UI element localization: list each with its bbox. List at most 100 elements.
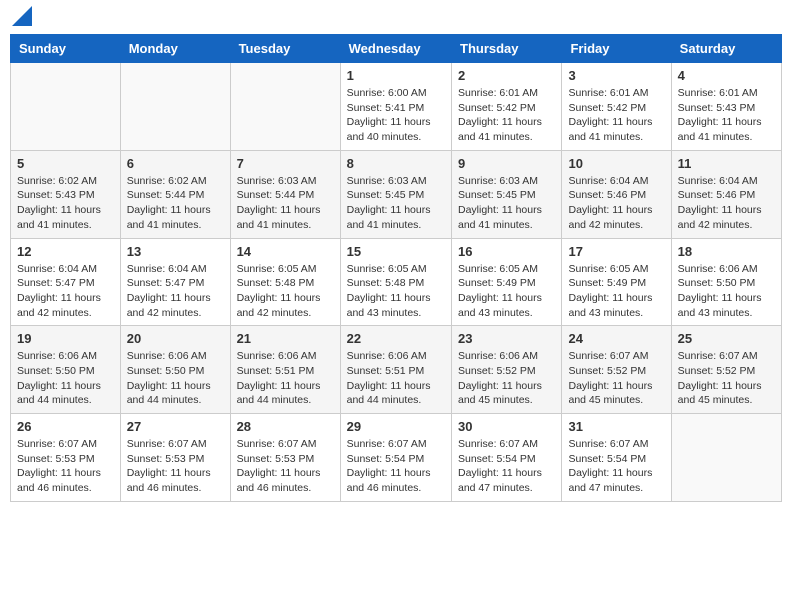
day-info: Sunrise: 6:04 AM Sunset: 5:47 PM Dayligh… bbox=[127, 262, 224, 321]
calendar-table: SundayMondayTuesdayWednesdayThursdayFrid… bbox=[10, 34, 782, 502]
calendar-cell: 17 Sunrise: 6:05 AM Sunset: 5:49 PM Dayli… bbox=[562, 238, 671, 326]
day-number: 2 bbox=[458, 68, 555, 83]
calendar-cell: 24 Sunrise: 6:07 AM Sunset: 5:52 PM Dayli… bbox=[562, 326, 671, 414]
day-number: 16 bbox=[458, 244, 555, 259]
calendar-cell: 16 Sunrise: 6:05 AM Sunset: 5:49 PM Dayli… bbox=[452, 238, 562, 326]
day-info: Sunrise: 6:00 AM Sunset: 5:41 PM Dayligh… bbox=[347, 86, 445, 145]
day-info: Sunrise: 6:03 AM Sunset: 5:45 PM Dayligh… bbox=[347, 174, 445, 233]
day-info: Sunrise: 6:06 AM Sunset: 5:52 PM Dayligh… bbox=[458, 349, 555, 408]
day-number: 26 bbox=[17, 419, 114, 434]
calendar-cell: 28 Sunrise: 6:07 AM Sunset: 5:53 PM Dayli… bbox=[230, 414, 340, 502]
day-number: 24 bbox=[568, 331, 664, 346]
day-info: Sunrise: 6:07 AM Sunset: 5:53 PM Dayligh… bbox=[17, 437, 114, 496]
day-info: Sunrise: 6:06 AM Sunset: 5:50 PM Dayligh… bbox=[127, 349, 224, 408]
calendar-cell: 30 Sunrise: 6:07 AM Sunset: 5:54 PM Dayli… bbox=[452, 414, 562, 502]
day-number: 8 bbox=[347, 156, 445, 171]
calendar-cell: 5 Sunrise: 6:02 AM Sunset: 5:43 PM Daylig… bbox=[11, 150, 121, 238]
col-header-thursday: Thursday bbox=[452, 35, 562, 63]
day-number: 9 bbox=[458, 156, 555, 171]
day-number: 5 bbox=[17, 156, 114, 171]
day-info: Sunrise: 6:07 AM Sunset: 5:52 PM Dayligh… bbox=[678, 349, 775, 408]
calendar-week-row: 5 Sunrise: 6:02 AM Sunset: 5:43 PM Daylig… bbox=[11, 150, 782, 238]
calendar-cell: 27 Sunrise: 6:07 AM Sunset: 5:53 PM Dayli… bbox=[120, 414, 230, 502]
calendar-header-row: SundayMondayTuesdayWednesdayThursdayFrid… bbox=[11, 35, 782, 63]
day-number: 21 bbox=[237, 331, 334, 346]
calendar-cell: 22 Sunrise: 6:06 AM Sunset: 5:51 PM Dayli… bbox=[340, 326, 451, 414]
calendar-cell: 3Sunrise: 6:01 AM Sunset: 5:42 PM Daylig… bbox=[562, 63, 671, 151]
day-info: Sunrise: 6:07 AM Sunset: 5:54 PM Dayligh… bbox=[568, 437, 664, 496]
col-header-sunday: Sunday bbox=[11, 35, 121, 63]
day-info: Sunrise: 6:07 AM Sunset: 5:54 PM Dayligh… bbox=[458, 437, 555, 496]
day-number: 15 bbox=[347, 244, 445, 259]
calendar-cell: 6 Sunrise: 6:02 AM Sunset: 5:44 PM Daylig… bbox=[120, 150, 230, 238]
day-number: 22 bbox=[347, 331, 445, 346]
calendar-week-row: 19Sunrise: 6:06 AM Sunset: 5:50 PM Dayli… bbox=[11, 326, 782, 414]
day-info: Sunrise: 6:03 AM Sunset: 5:45 PM Dayligh… bbox=[458, 174, 555, 233]
logo-icon bbox=[12, 6, 32, 26]
calendar-cell bbox=[11, 63, 121, 151]
calendar-cell: 31 Sunrise: 6:07 AM Sunset: 5:54 PM Dayli… bbox=[562, 414, 671, 502]
day-info: Sunrise: 6:06 AM Sunset: 5:50 PM Dayligh… bbox=[678, 262, 775, 321]
day-number: 23 bbox=[458, 331, 555, 346]
day-number: 14 bbox=[237, 244, 334, 259]
calendar-cell: 13 Sunrise: 6:04 AM Sunset: 5:47 PM Dayli… bbox=[120, 238, 230, 326]
calendar-cell bbox=[671, 414, 781, 502]
col-header-monday: Monday bbox=[120, 35, 230, 63]
day-info: Sunrise: 6:05 AM Sunset: 5:48 PM Dayligh… bbox=[237, 262, 334, 321]
day-info: Sunrise: 6:05 AM Sunset: 5:49 PM Dayligh… bbox=[568, 262, 664, 321]
day-number: 13 bbox=[127, 244, 224, 259]
calendar-cell: 20 Sunrise: 6:06 AM Sunset: 5:50 PM Dayli… bbox=[120, 326, 230, 414]
day-info: Sunrise: 6:07 AM Sunset: 5:53 PM Dayligh… bbox=[127, 437, 224, 496]
day-number: 20 bbox=[127, 331, 224, 346]
calendar-cell: 2 Sunrise: 6:01 AM Sunset: 5:42 PM Daylig… bbox=[452, 63, 562, 151]
calendar-cell: 21 Sunrise: 6:06 AM Sunset: 5:51 PM Dayli… bbox=[230, 326, 340, 414]
calendar-cell: 19Sunrise: 6:06 AM Sunset: 5:50 PM Dayli… bbox=[11, 326, 121, 414]
day-info: Sunrise: 6:06 AM Sunset: 5:51 PM Dayligh… bbox=[237, 349, 334, 408]
day-info: Sunrise: 6:04 AM Sunset: 5:46 PM Dayligh… bbox=[568, 174, 664, 233]
day-info: Sunrise: 6:07 AM Sunset: 5:53 PM Dayligh… bbox=[237, 437, 334, 496]
col-header-friday: Friday bbox=[562, 35, 671, 63]
col-header-wednesday: Wednesday bbox=[340, 35, 451, 63]
day-number: 17 bbox=[568, 244, 664, 259]
calendar-cell: 25 Sunrise: 6:07 AM Sunset: 5:52 PM Dayli… bbox=[671, 326, 781, 414]
calendar-cell: 26 Sunrise: 6:07 AM Sunset: 5:53 PM Dayli… bbox=[11, 414, 121, 502]
page-header bbox=[10, 10, 782, 26]
day-info: Sunrise: 6:07 AM Sunset: 5:52 PM Dayligh… bbox=[568, 349, 664, 408]
day-info: Sunrise: 6:02 AM Sunset: 5:43 PM Dayligh… bbox=[17, 174, 114, 233]
logo bbox=[10, 10, 32, 26]
day-number: 6 bbox=[127, 156, 224, 171]
calendar-cell: 15Sunrise: 6:05 AM Sunset: 5:48 PM Dayli… bbox=[340, 238, 451, 326]
day-info: Sunrise: 6:04 AM Sunset: 5:46 PM Dayligh… bbox=[678, 174, 775, 233]
col-header-saturday: Saturday bbox=[671, 35, 781, 63]
day-number: 25 bbox=[678, 331, 775, 346]
calendar-cell bbox=[120, 63, 230, 151]
calendar-cell: 7 Sunrise: 6:03 AM Sunset: 5:44 PM Daylig… bbox=[230, 150, 340, 238]
calendar-cell: 4Sunrise: 6:01 AM Sunset: 5:43 PM Daylig… bbox=[671, 63, 781, 151]
calendar-cell: 9 Sunrise: 6:03 AM Sunset: 5:45 PM Daylig… bbox=[452, 150, 562, 238]
calendar-cell: 29 Sunrise: 6:07 AM Sunset: 5:54 PM Dayli… bbox=[340, 414, 451, 502]
calendar-cell: 10Sunrise: 6:04 AM Sunset: 5:46 PM Dayli… bbox=[562, 150, 671, 238]
day-info: Sunrise: 6:01 AM Sunset: 5:42 PM Dayligh… bbox=[458, 86, 555, 145]
col-header-tuesday: Tuesday bbox=[230, 35, 340, 63]
day-info: Sunrise: 6:04 AM Sunset: 5:47 PM Dayligh… bbox=[17, 262, 114, 321]
day-number: 31 bbox=[568, 419, 664, 434]
logo-text bbox=[10, 10, 32, 26]
day-info: Sunrise: 6:05 AM Sunset: 5:49 PM Dayligh… bbox=[458, 262, 555, 321]
day-number: 28 bbox=[237, 419, 334, 434]
day-number: 1 bbox=[347, 68, 445, 83]
day-number: 3 bbox=[568, 68, 664, 83]
calendar-cell: 8 Sunrise: 6:03 AM Sunset: 5:45 PM Daylig… bbox=[340, 150, 451, 238]
day-number: 7 bbox=[237, 156, 334, 171]
calendar-cell: 1 Sunrise: 6:00 AM Sunset: 5:41 PM Daylig… bbox=[340, 63, 451, 151]
calendar-week-row: 26 Sunrise: 6:07 AM Sunset: 5:53 PM Dayli… bbox=[11, 414, 782, 502]
day-number: 11 bbox=[678, 156, 775, 171]
day-number: 29 bbox=[347, 419, 445, 434]
day-number: 27 bbox=[127, 419, 224, 434]
day-number: 30 bbox=[458, 419, 555, 434]
day-info: Sunrise: 6:02 AM Sunset: 5:44 PM Dayligh… bbox=[127, 174, 224, 233]
day-info: Sunrise: 6:06 AM Sunset: 5:50 PM Dayligh… bbox=[17, 349, 114, 408]
day-info: Sunrise: 6:03 AM Sunset: 5:44 PM Dayligh… bbox=[237, 174, 334, 233]
day-info: Sunrise: 6:06 AM Sunset: 5:51 PM Dayligh… bbox=[347, 349, 445, 408]
day-info: Sunrise: 6:07 AM Sunset: 5:54 PM Dayligh… bbox=[347, 437, 445, 496]
calendar-cell bbox=[230, 63, 340, 151]
